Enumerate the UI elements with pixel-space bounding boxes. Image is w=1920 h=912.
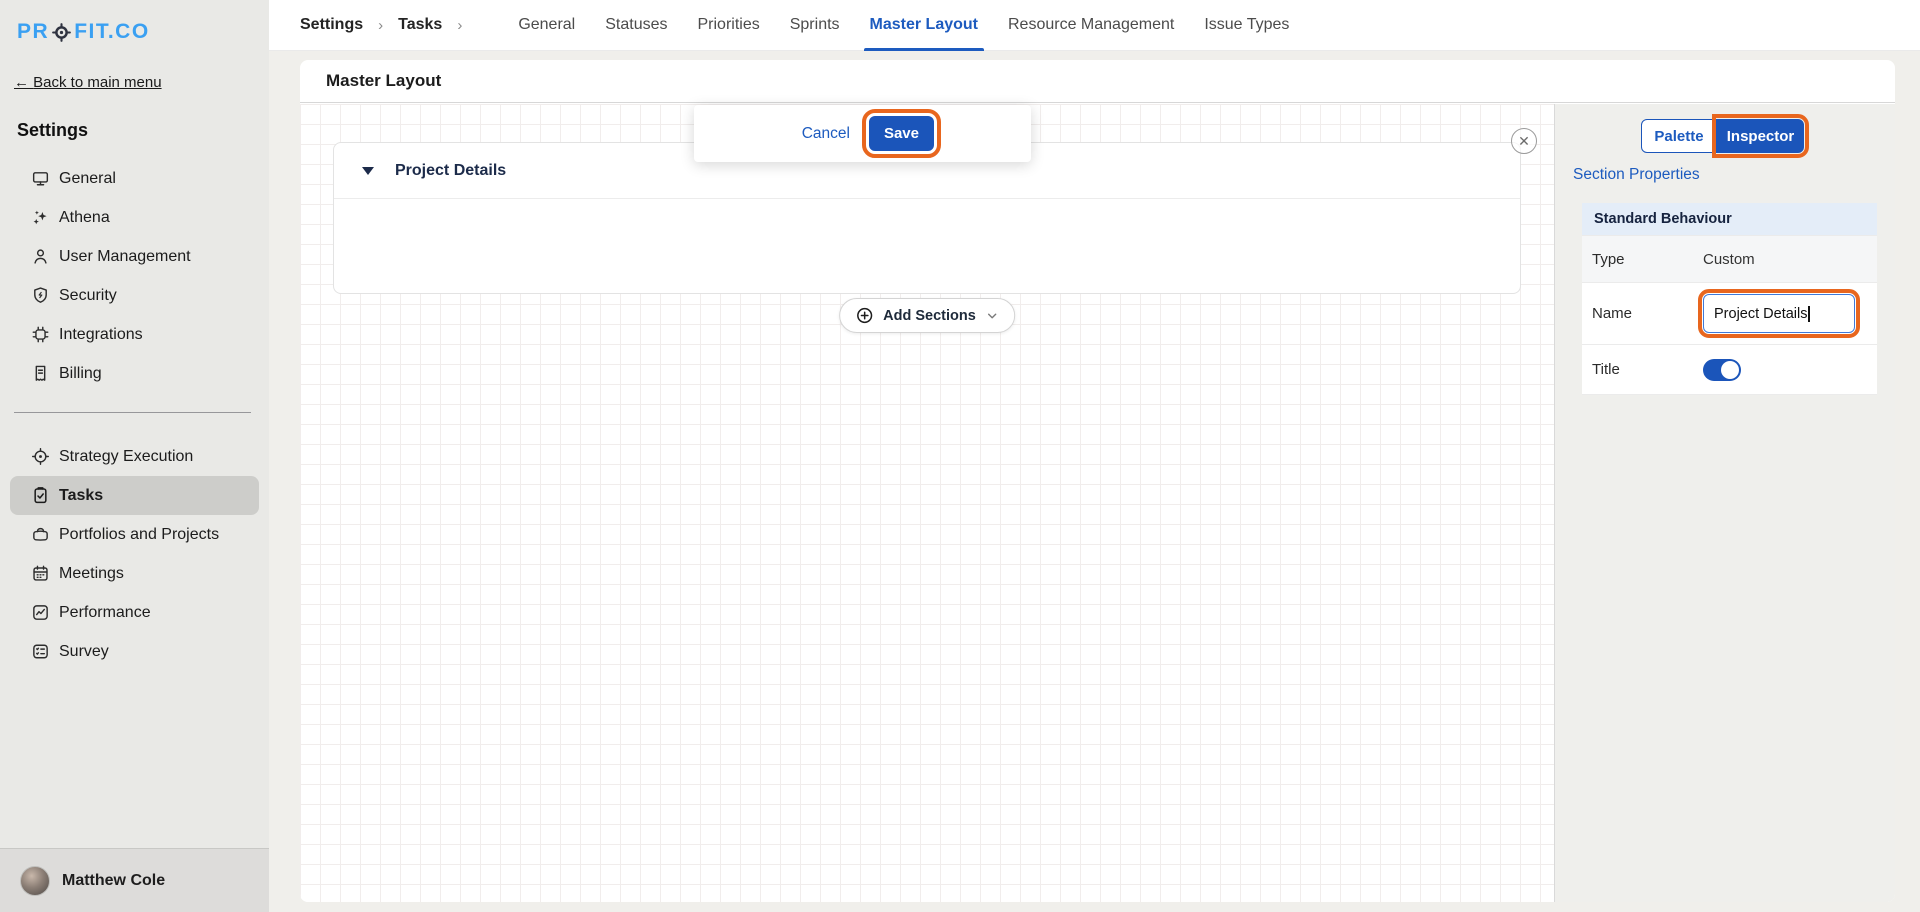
sidebar-item-label: Security — [59, 286, 117, 304]
target-scope-icon — [30, 447, 50, 467]
sidebar-item-meetings[interactable]: Meetings — [10, 554, 259, 593]
sidebar-group-modules: Strategy Execution Tasks Portfolios and … — [0, 437, 269, 671]
sidebar-item-general[interactable]: General — [10, 159, 259, 198]
inspector-tab[interactable]: Inspector — [1712, 114, 1809, 158]
shield-icon — [30, 286, 50, 306]
sidebar-title: Settings — [17, 120, 89, 140]
property-row-type: Type Custom — [1582, 235, 1877, 283]
sparkles-icon — [30, 208, 50, 228]
main-area: Settings › Tasks › General Statuses Prio… — [269, 0, 1920, 912]
sidebar-item-integrations[interactable]: Integrations — [10, 315, 259, 354]
sidebar-user-footer[interactable]: Matthew Cole — [0, 848, 269, 912]
monitor-icon — [30, 169, 50, 189]
sidebar-divider — [14, 412, 251, 413]
logo-text-post: FIT.CO — [74, 20, 150, 43]
tab-issue-types[interactable]: Issue Types — [1204, 0, 1289, 51]
tab-general[interactable]: General — [518, 0, 575, 51]
profit-co-logo: PR FIT.CO — [0, 0, 269, 44]
type-label: Type — [1592, 250, 1625, 268]
section-properties-link[interactable]: Section Properties — [1573, 166, 1700, 184]
user-name: Matthew Cole — [62, 871, 166, 889]
calendar-icon — [30, 564, 50, 584]
save-button[interactable]: Save — [861, 109, 942, 158]
briefcase-icon — [30, 525, 50, 545]
sidebar-item-billing[interactable]: Billing — [10, 354, 259, 393]
tab-resource-management[interactable]: Resource Management — [1008, 0, 1174, 51]
name-label: Name — [1592, 305, 1633, 322]
sidebar-item-athena[interactable]: Athena — [10, 198, 259, 237]
sidebar-item-label: Meetings — [59, 564, 124, 582]
sidebar-item-label: Strategy Execution — [59, 447, 194, 465]
sidebar-item-performance[interactable]: Performance — [10, 593, 259, 632]
plus-circle-icon — [855, 306, 874, 325]
sidebar-item-label: User Management — [59, 247, 191, 265]
standard-behaviour-header: Standard Behaviour — [1582, 203, 1877, 235]
logo-text-pre: PR — [17, 20, 50, 43]
title-label: Title — [1592, 361, 1620, 378]
sidebar-item-user-management[interactable]: User Management — [10, 237, 259, 276]
breadcrumb-separator-icon: › — [378, 16, 384, 34]
palette-inspector-toggle: Palette Inspector — [1641, 114, 1809, 158]
survey-list-icon — [30, 642, 50, 662]
chart-line-icon — [30, 603, 50, 623]
name-input[interactable]: Project Details — [1698, 289, 1860, 338]
clipboard-check-icon — [30, 486, 50, 506]
sidebar-item-label: Survey — [59, 642, 109, 660]
back-to-main-menu-link[interactable]: ← Back to main menu — [14, 74, 162, 91]
breadcrumb-separator-icon: › — [457, 16, 463, 34]
sidebar-group-account: General Athena User Management Security … — [0, 159, 269, 393]
add-sections-button[interactable]: Add Sections — [839, 298, 1015, 333]
sidebar-item-survey[interactable]: Survey — [10, 632, 259, 671]
add-sections-label: Add Sections — [883, 307, 976, 324]
title-toggle[interactable] — [1703, 358, 1741, 381]
sidebar-item-label: Performance — [59, 603, 151, 621]
chip-icon — [30, 325, 50, 345]
sidebar-item-label: Billing — [59, 364, 102, 382]
cancel-button[interactable]: Cancel — [802, 125, 850, 143]
sidebar-item-label: Integrations — [59, 325, 143, 343]
tasks-settings-tabs: General Statuses Priorities Sprints Mast… — [503, 0, 1304, 51]
section-title: Project Details — [395, 161, 507, 179]
top-navigation: Settings › Tasks › General Statuses Prio… — [269, 0, 1920, 51]
tab-priorities[interactable]: Priorities — [698, 0, 760, 51]
sidebar-item-label: Athena — [59, 208, 110, 226]
breadcrumb-settings[interactable]: Settings — [300, 16, 363, 34]
avatar — [20, 865, 50, 896]
property-row-name: Name Project Details — [1582, 283, 1877, 345]
master-layout-card: Master Layout Cancel Save ✕ Project Deta… — [300, 60, 1895, 902]
user-icon — [30, 247, 50, 267]
text-cursor — [1808, 305, 1810, 322]
tab-master-layout[interactable]: Master Layout — [863, 0, 985, 51]
target-icon — [51, 22, 72, 42]
inspector-panel: Palette Inspector Section Properties Sta… — [1555, 104, 1895, 902]
card-header: Master Layout — [300, 60, 1895, 103]
sidebar-item-label: Portfolios and Projects — [59, 525, 220, 543]
property-row-title: Title — [1582, 345, 1877, 395]
sidebar-item-strategy-execution[interactable]: Strategy Execution — [10, 437, 259, 476]
name-input-value: Project Details — [1714, 305, 1808, 322]
collapse-caret-icon[interactable] — [362, 166, 374, 175]
chevron-down-icon — [985, 309, 999, 323]
breadcrumb-tasks[interactable]: Tasks — [398, 16, 442, 34]
sidebar-item-tasks[interactable]: Tasks — [10, 476, 259, 515]
remove-section-button[interactable]: ✕ — [1511, 128, 1537, 154]
sidebar-item-label: General — [59, 169, 116, 187]
save-cancel-toolbar: Cancel Save — [694, 105, 1031, 162]
sidebar-item-portfolios-and-projects[interactable]: Portfolios and Projects — [10, 515, 259, 554]
layout-canvas: Cancel Save ✕ Project Details Add Sectio… — [300, 104, 1555, 902]
settings-sidebar: PR FIT.CO ← Back to main menu Settings G… — [0, 0, 269, 912]
sidebar-item-label: Tasks — [59, 486, 104, 504]
tab-sprints[interactable]: Sprints — [790, 0, 840, 51]
page-title: Master Layout — [326, 71, 442, 90]
palette-tab[interactable]: Palette — [1641, 119, 1717, 153]
toggle-knob — [1721, 360, 1739, 379]
tab-statuses[interactable]: Statuses — [605, 0, 667, 51]
type-value: Custom — [1703, 250, 1755, 268]
section-properties-block: Standard Behaviour Type Custom Name Proj… — [1582, 203, 1877, 395]
section-project-details: Project Details — [333, 142, 1521, 294]
receipt-icon — [30, 364, 50, 384]
sidebar-item-security[interactable]: Security — [10, 276, 259, 315]
close-icon: ✕ — [1518, 132, 1530, 149]
card-body: Cancel Save ✕ Project Details Add Sectio… — [300, 104, 1895, 902]
